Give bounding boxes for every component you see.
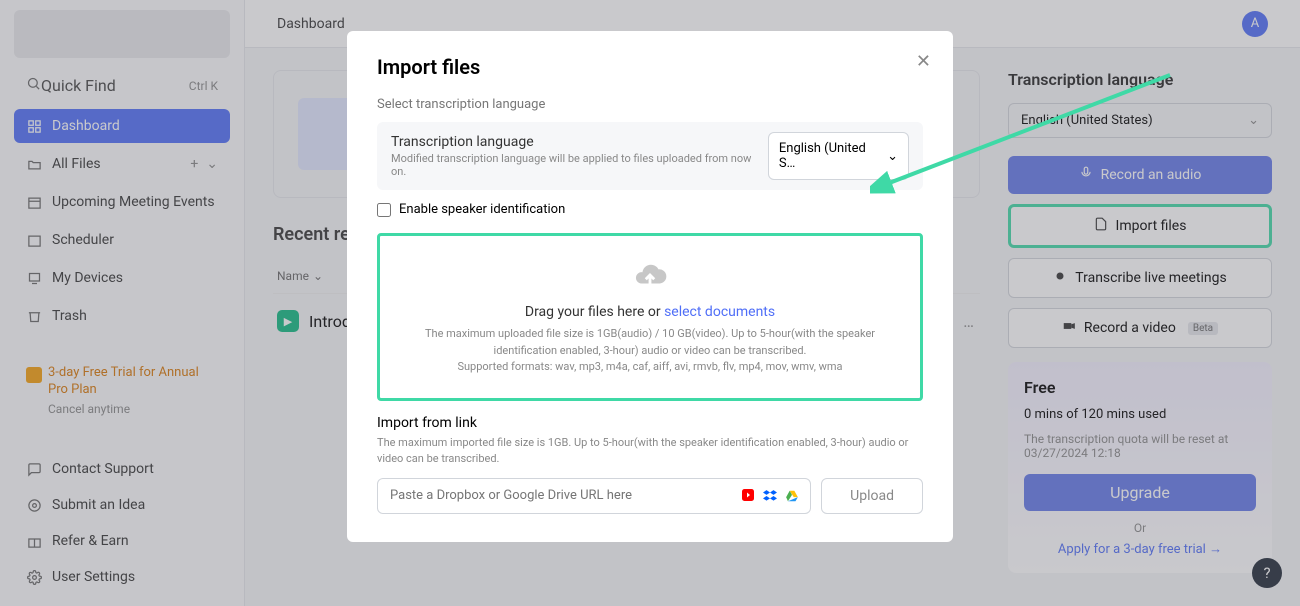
google-drive-icon (784, 489, 798, 503)
speaker-id-checkbox[interactable]: Enable speaker identification (377, 202, 923, 217)
drop-sub2: Supported formats: wav, mp3, m4a, caf, a… (398, 359, 902, 376)
language-dropdown[interactable]: English (United S… ⌄ (768, 132, 909, 180)
language-sub: Modified transcription language will be … (391, 152, 756, 178)
dropzone[interactable]: Drag your files here or select documents… (377, 233, 923, 401)
language-row: Transcription language Modified transcri… (377, 122, 923, 190)
url-input-wrap (377, 478, 811, 514)
import-link-sub: The maximum imported file size is 1GB. U… (377, 435, 923, 468)
drop-sub1: The maximum uploaded file size is 1GB(au… (398, 326, 902, 359)
checkbox-input[interactable] (377, 203, 391, 217)
import-link-heading: Import from link (377, 415, 923, 431)
import-from-link-section: Import from link The maximum imported fi… (377, 415, 923, 514)
drop-text: Drag your files here or select documents (398, 304, 902, 320)
upload-button[interactable]: Upload (821, 478, 923, 514)
select-documents-link[interactable]: select documents (664, 304, 775, 320)
chevron-down-icon: ⌄ (887, 149, 898, 164)
language-title: Transcription language (391, 134, 756, 150)
dropbox-icon (762, 489, 776, 503)
modal-title: Import files (377, 55, 923, 79)
modal-overlay[interactable]: Import files ✕ Select transcription lang… (0, 0, 1300, 606)
url-input[interactable] (390, 488, 740, 503)
import-files-modal: Import files ✕ Select transcription lang… (347, 31, 953, 542)
close-icon[interactable]: ✕ (916, 51, 931, 72)
cloud-upload-icon (398, 258, 902, 296)
section-label: Select transcription language (377, 97, 923, 112)
youtube-icon (740, 489, 754, 503)
